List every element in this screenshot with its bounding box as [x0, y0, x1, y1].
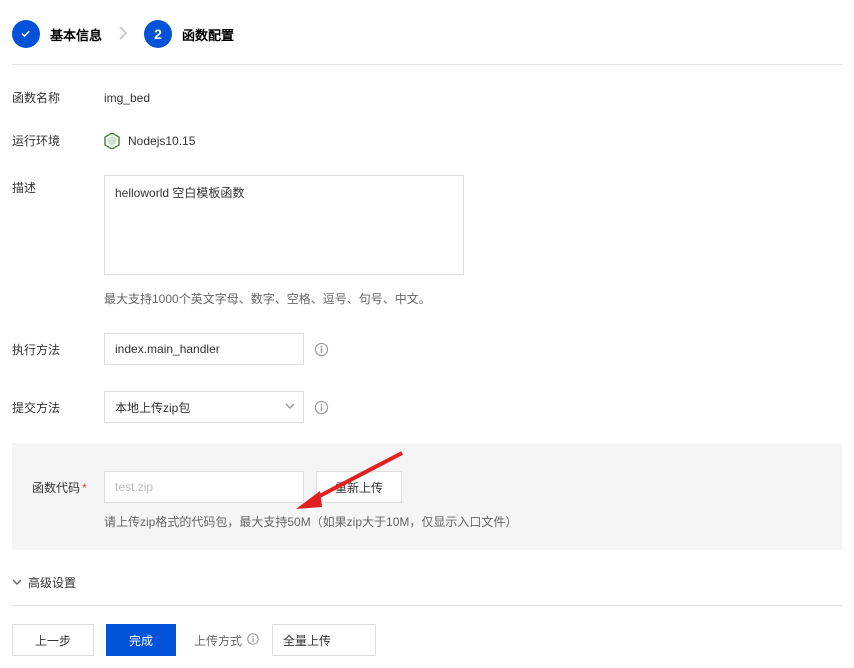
step-1-label: 基本信息 — [50, 25, 102, 44]
code-upload-panel: 函数代码* test.zip 重新上传 请上传zip格式的代码包，最大支持50M… — [12, 443, 842, 550]
label-description: 描述 — [12, 175, 104, 196]
label-code: 函数代码* — [32, 479, 104, 496]
chevron-right-icon — [118, 25, 128, 44]
form: 函数名称 img_bed 运行环境 Nodejs10.15 描述 最大支持100… — [12, 65, 842, 656]
description-input[interactable] — [104, 175, 464, 275]
label-submit-method: 提交方法 — [12, 399, 104, 416]
info-icon[interactable] — [314, 342, 329, 357]
nodejs-icon — [104, 133, 120, 149]
info-icon[interactable] — [246, 632, 260, 649]
label-execute-method: 执行方法 — [12, 341, 104, 358]
info-icon[interactable] — [314, 400, 329, 415]
step-2-label: 函数配置 — [182, 25, 234, 44]
row-function-name: 函数名称 img_bed — [12, 89, 842, 106]
row-description: 描述 最大支持1000个英文字母、数字、空格、逗号、句号、中文。 — [12, 175, 842, 307]
row-submit-method: 提交方法 本地上传zip包 — [12, 391, 842, 423]
chevron-down-icon — [285, 400, 295, 414]
step-2-number: 2 — [144, 20, 172, 48]
step-2[interactable]: 2 函数配置 — [144, 20, 234, 48]
execute-method-input[interactable] — [104, 333, 304, 365]
prev-button[interactable]: 上一步 — [12, 624, 94, 656]
upload-mode-select[interactable]: 全量上传 — [272, 624, 376, 656]
file-name-display[interactable]: test.zip — [104, 471, 304, 503]
submit-method-select[interactable]: 本地上传zip包 — [104, 391, 304, 423]
check-icon — [12, 20, 40, 48]
done-button[interactable]: 完成 — [106, 624, 176, 656]
upload-mode-label: 上传方式 — [194, 632, 260, 649]
code-hint: 请上传zip格式的代码包，最大支持50M（如果zip大于10M，仅显示入口文件） — [104, 513, 822, 530]
advanced-settings-toggle[interactable]: 高级设置 — [12, 556, 842, 606]
row-runtime: 运行环境 Nodejs10.15 — [12, 132, 842, 149]
value-runtime: Nodejs10.15 — [128, 134, 195, 148]
label-runtime: 运行环境 — [12, 132, 104, 149]
submit-method-value: 本地上传zip包 — [115, 399, 190, 416]
steps-header: 基本信息 2 函数配置 — [12, 12, 842, 65]
step-1[interactable]: 基本信息 — [12, 20, 102, 48]
label-function-name: 函数名称 — [12, 89, 104, 106]
reupload-button[interactable]: 重新上传 — [316, 471, 402, 503]
advanced-settings-label: 高级设置 — [28, 574, 76, 591]
description-hint: 最大支持1000个英文字母、数字、空格、逗号、句号、中文。 — [104, 290, 464, 307]
footer: 上一步 完成 上传方式 全量上传 — [12, 606, 842, 656]
upload-mode-value: 全量上传 — [283, 632, 331, 649]
caret-down-icon — [12, 576, 22, 590]
row-execute-method: 执行方法 — [12, 333, 842, 365]
value-function-name: img_bed — [104, 91, 150, 105]
